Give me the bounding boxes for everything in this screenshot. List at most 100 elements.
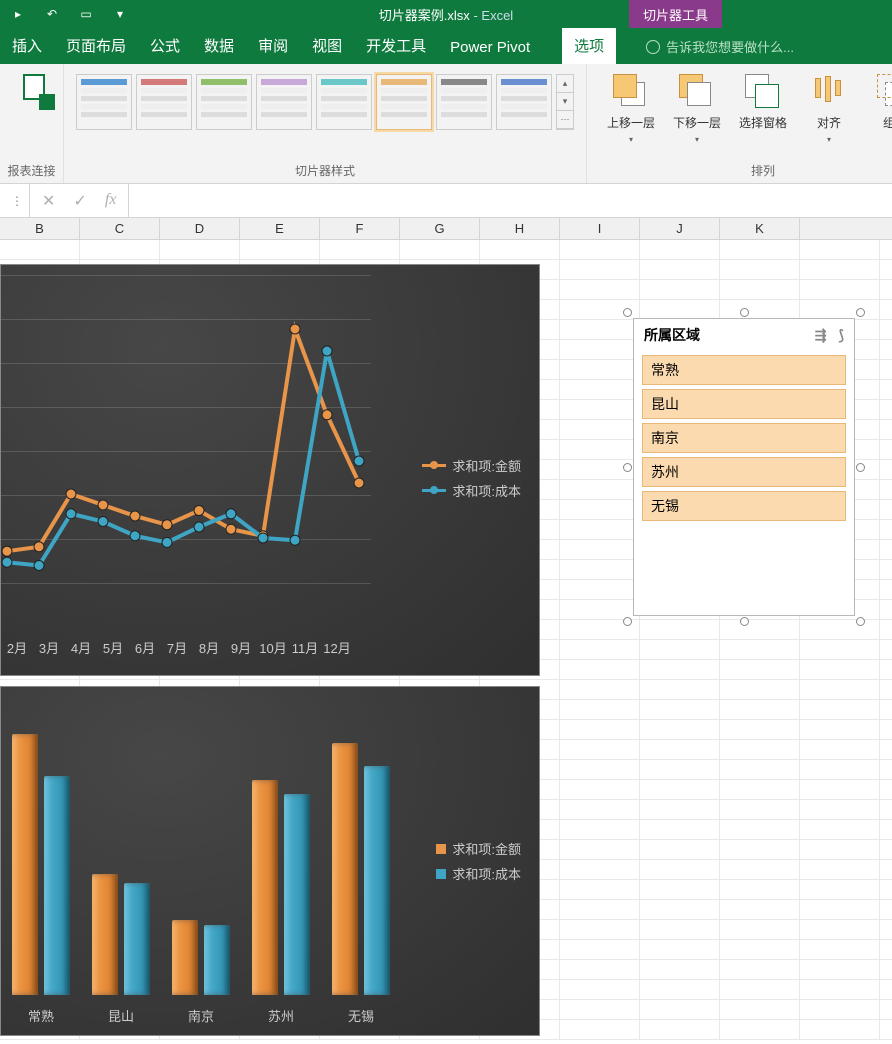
tab-page-layout[interactable]: 页面布局: [54, 27, 138, 64]
group-button[interactable]: 组合 ▾: [867, 74, 892, 144]
dropdown-icon[interactable]: ▾: [827, 135, 831, 144]
slicer-style-swatch[interactable]: [316, 74, 372, 130]
legend-marker-orange: [422, 464, 446, 467]
slicer-item[interactable]: 苏州: [642, 457, 846, 487]
bar-chart[interactable]: 常熟昆山南京苏州无锡 求和项:金额 求和项:成本: [0, 686, 540, 1036]
column-header[interactable]: F: [320, 218, 400, 239]
tab-options[interactable]: 选项: [562, 27, 616, 64]
align-label: 对齐: [817, 114, 841, 131]
tab-formulas[interactable]: 公式: [138, 27, 192, 64]
save-icon[interactable]: ▸: [8, 4, 28, 24]
fx-icon[interactable]: fx: [105, 191, 117, 211]
bar-chart-legend: 求和项:金额 求和项:成本: [436, 833, 521, 889]
selection-pane-icon: [745, 74, 781, 110]
qat-dropdown-icon[interactable]: ▾: [110, 4, 130, 24]
tab-data[interactable]: 数据: [192, 27, 246, 64]
resize-handle[interactable]: [623, 463, 632, 472]
multi-select-icon[interactable]: ⇶: [815, 327, 827, 344]
column-header[interactable]: H: [480, 218, 560, 239]
column-header[interactable]: B: [0, 218, 80, 239]
send-backward-button[interactable]: 下移一层 ▾: [669, 74, 725, 144]
tell-me-search[interactable]: 告诉我您想要做什么...: [636, 29, 804, 64]
column-header[interactable]: J: [640, 218, 720, 239]
tab-insert[interactable]: 插入: [0, 27, 54, 64]
slicer-item[interactable]: 常熟: [642, 355, 846, 385]
align-icon: [811, 74, 847, 110]
resize-handle[interactable]: [623, 617, 632, 626]
resize-handle[interactable]: [856, 308, 865, 317]
selection-pane-label: 选择窗格: [739, 114, 787, 131]
bring-forward-label: 上移一层: [607, 114, 655, 131]
slicer[interactable]: 所属区域 ⇶ ⟆ 常熟昆山南京苏州无锡: [633, 318, 855, 616]
dropdown-icon[interactable]: ▾: [695, 135, 699, 144]
styles-more-button[interactable]: ▴▾⋯: [556, 74, 574, 130]
line-chart[interactable]: 2月3月4月5月6月7月8月9月10月11月12月 求和项:金额 求和项:成本: [0, 264, 540, 676]
name-box[interactable]: ⋮: [0, 184, 30, 217]
slicer-header[interactable]: 所属区域 ⇶ ⟆: [634, 319, 854, 351]
resize-handle[interactable]: [856, 617, 865, 626]
tab-view[interactable]: 视图: [300, 27, 354, 64]
column-header[interactable]: E: [240, 218, 320, 239]
quick-access-toolbar: ▸ ↶ ▭ ▾: [0, 4, 130, 24]
report-connections-button[interactable]: [6, 68, 66, 108]
slicer-item[interactable]: 南京: [642, 423, 846, 453]
tab-review[interactable]: 审阅: [246, 27, 300, 64]
column-headers: BCDEFGHIJK: [0, 218, 892, 240]
slicer-styles-label: 切片器样式: [70, 160, 580, 181]
bring-forward-button[interactable]: 上移一层 ▾: [603, 74, 659, 144]
line-chart-xaxis: 2月3月4月5月6月7月8月9月10月11月12月: [1, 638, 353, 657]
selection-pane-button[interactable]: 选择窗格: [735, 74, 791, 144]
line-chart-plot: [1, 275, 371, 615]
send-backward-icon: [679, 74, 715, 110]
window-title: 切片器案例.xlsx - Excel: [379, 5, 513, 24]
resize-handle[interactable]: [623, 308, 632, 317]
clear-filter-icon[interactable]: ⟆: [839, 327, 844, 344]
slicer-styles-gallery: ▴▾⋯: [70, 68, 580, 136]
legend-label: 求和项:成本: [452, 864, 521, 883]
legend-label: 求和项:成本: [452, 481, 521, 500]
app-name: Excel: [481, 8, 513, 23]
slicer-style-swatch[interactable]: [256, 74, 312, 130]
slicer-style-swatch[interactable]: [376, 74, 432, 130]
filename: 切片器案例.xlsx: [379, 8, 470, 23]
title-bar: ▸ ↶ ▭ ▾ 切片器案例.xlsx - Excel 切片器工具: [0, 0, 892, 28]
slicer-items: 常熟昆山南京苏州无锡: [634, 351, 854, 525]
slicer-style-swatch[interactable]: [496, 74, 552, 130]
resize-handle[interactable]: [740, 308, 749, 317]
send-backward-label: 下移一层: [673, 114, 721, 131]
slicer-item[interactable]: 无锡: [642, 491, 846, 521]
worksheet-grid[interactable]: 2月3月4月5月6月7月8月9月10月11月12月 求和项:金额 求和项:成本 …: [0, 240, 892, 1044]
ribbon: 报表连接 ▴▾⋯ 切片器样式 上移一层 ▾ 下移一层 ▾ 选择窗格 对齐: [0, 64, 892, 184]
report-connections-icon: [19, 74, 53, 108]
legend-swatch-blue: [436, 869, 446, 879]
slicer-style-swatch[interactable]: [436, 74, 492, 130]
tab-power-pivot[interactable]: Power Pivot: [438, 31, 542, 64]
align-button[interactable]: 对齐 ▾: [801, 74, 857, 144]
legend-label: 求和项:金额: [452, 839, 521, 858]
slicer-selection[interactable]: 所属区域 ⇶ ⟆ 常熟昆山南京苏州无锡: [627, 312, 861, 622]
cancel-icon[interactable]: ✕: [42, 191, 55, 211]
column-header[interactable]: D: [160, 218, 240, 239]
column-header[interactable]: C: [80, 218, 160, 239]
column-header[interactable]: K: [720, 218, 800, 239]
slicer-item[interactable]: 昆山: [642, 389, 846, 419]
open-icon[interactable]: ▭: [76, 4, 96, 24]
group-slicer-styles: ▴▾⋯ 切片器样式: [64, 64, 587, 183]
arrange-label: 排列: [593, 160, 892, 181]
legend-marker-blue: [422, 489, 446, 492]
slicer-style-swatch[interactable]: [136, 74, 192, 130]
undo-icon[interactable]: ↶: [42, 4, 62, 24]
resize-handle[interactable]: [856, 463, 865, 472]
tab-developer[interactable]: 开发工具: [354, 27, 438, 64]
column-header[interactable]: I: [560, 218, 640, 239]
dropdown-icon[interactable]: ▾: [629, 135, 633, 144]
ribbon-tabs: 插入 页面布局 公式 数据 审阅 视图 开发工具 Power Pivot 选项 …: [0, 28, 892, 64]
resize-handle[interactable]: [740, 617, 749, 626]
enter-icon[interactable]: ✓: [73, 191, 86, 211]
slicer-style-swatch[interactable]: [196, 74, 252, 130]
line-chart-legend: 求和项:金额 求和项:成本: [422, 450, 521, 506]
lightbulb-icon: [646, 40, 660, 54]
formula-input[interactable]: [128, 184, 892, 217]
column-header[interactable]: G: [400, 218, 480, 239]
slicer-style-swatch[interactable]: [76, 74, 132, 130]
